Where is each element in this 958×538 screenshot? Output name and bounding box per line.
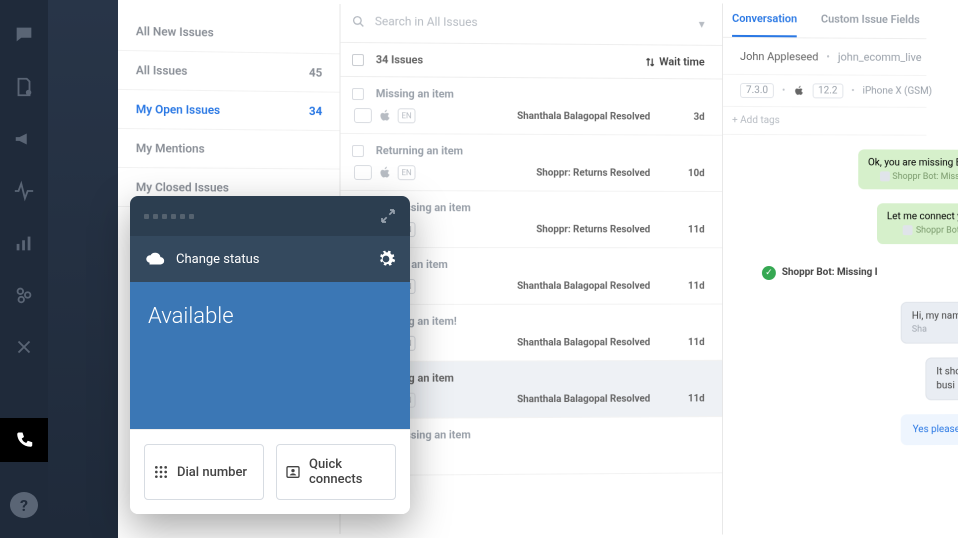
brand-icon	[378, 109, 392, 123]
expand-icon[interactable]	[380, 208, 396, 224]
issue-resolver: Shanthala Balagopal Resolved	[517, 337, 650, 348]
chevron-down-icon[interactable]: ▾	[699, 17, 705, 31]
issue-title: Missing an item	[376, 87, 454, 100]
issue-age: 11d	[666, 224, 705, 235]
tab-conversation[interactable]: Conversation	[732, 12, 797, 37]
issue-age: 11d	[666, 281, 705, 292]
cloud-icon	[144, 248, 166, 270]
nav-rail: ?	[0, 0, 48, 538]
gear-cluster-icon[interactable]	[13, 284, 35, 306]
issue-resolver: Shanthala Balagopal Resolved	[517, 281, 650, 292]
issue-age: 3d	[666, 112, 705, 123]
gear-icon[interactable]	[376, 249, 396, 269]
tab-custom-fields[interactable]: Custom Issue Fields	[821, 13, 920, 39]
dialpad-icon	[153, 464, 169, 480]
add-tags[interactable]: + Add tags	[718, 107, 926, 136]
system-message: ✓ Shoppr Bot: Missing I	[752, 258, 887, 288]
dialer-widget: Change status Available Dial number Quic…	[130, 196, 410, 514]
issue-resolver: Shoppr: Returns Resolved	[536, 168, 650, 179]
analytics-icon[interactable]	[13, 232, 35, 254]
issue-age: 11d	[666, 393, 705, 404]
issue-resolver: Shanthala Balagopal Resolved	[517, 394, 650, 406]
issue-user: John Appleseed • john_ecomm_live	[718, 38, 926, 76]
docs-icon[interactable]	[13, 76, 35, 98]
filter-mentions[interactable]: My Mentions	[118, 129, 339, 170]
platform-icon	[354, 165, 372, 180]
quick-connects-button[interactable]: Quick connects	[276, 444, 396, 500]
search-icon	[352, 15, 365, 28]
secondary-rail	[48, 0, 124, 538]
dial-number-button[interactable]: Dial number	[144, 444, 264, 500]
user-message: Hi, my namSha	[901, 302, 958, 344]
user-name: John Appleseed	[740, 49, 818, 62]
chat-icon[interactable]	[13, 24, 35, 46]
tools-icon[interactable]	[13, 336, 35, 358]
lang-badge: EN	[398, 108, 416, 123]
grip-icon[interactable]	[144, 214, 194, 219]
activity-icon[interactable]	[13, 180, 35, 202]
issue-row[interactable]: Missing an item EN Shanthala Balagopal Res…	[334, 77, 722, 136]
bot-message: Ok, you are missing BShoppr Bot: Missi	[858, 149, 958, 190]
select-all-checkbox[interactable]	[352, 54, 364, 66]
search-input[interactable]: Search in All Issues ▾	[334, 0, 722, 46]
conversation-panel: Conversation Custom Issue Fields John Ap…	[718, 0, 926, 538]
bot-message: Let me connect yShoppr Bot:	[877, 204, 958, 244]
list-header: 34 Issues Wait time	[334, 43, 722, 80]
issue-checkbox[interactable]	[352, 88, 364, 100]
help-icon[interactable]: ?	[10, 492, 38, 518]
phone-icon[interactable]	[0, 418, 48, 462]
change-status-label[interactable]: Change status	[176, 252, 259, 267]
sort-control[interactable]: Wait time	[646, 55, 705, 68]
lang-badge: EN	[398, 165, 416, 180]
dialer-state: Available	[130, 282, 410, 429]
user-handle: john_ecomm_live	[838, 50, 922, 63]
user-message: Yes please	[901, 414, 958, 445]
filter-all[interactable]: All Issues45	[118, 51, 339, 93]
issue-row[interactable]: Returning an item EN Shoppr: Returns Resol…	[334, 134, 722, 192]
filter-all-new[interactable]: All New Issues	[118, 12, 339, 54]
issue-resolver: Shanthala Balagopal Resolved	[517, 111, 650, 123]
issue-resolver: Shoppr: Returns Resolved	[536, 224, 650, 235]
issue-age: 10d	[666, 168, 705, 179]
megaphone-icon[interactable]	[13, 128, 35, 150]
contacts-icon	[285, 464, 301, 480]
issue-checkbox[interactable]	[352, 145, 364, 157]
check-icon: ✓	[762, 266, 776, 280]
platform-icon	[354, 108, 372, 123]
issue-count: 34 Issues	[376, 53, 423, 66]
search-placeholder: Search in All Issues	[375, 14, 478, 29]
issue-age: 11d	[666, 337, 705, 348]
filter-my-open[interactable]: My Open Issues34	[118, 90, 339, 131]
user-message: It shobusi	[926, 357, 958, 400]
issue-title: Returning an item	[376, 144, 463, 157]
apple-icon	[793, 85, 804, 96]
brand-icon	[378, 166, 392, 180]
device-info: 7.3.0• 12.2• iPhone X (GSM)	[718, 75, 926, 108]
